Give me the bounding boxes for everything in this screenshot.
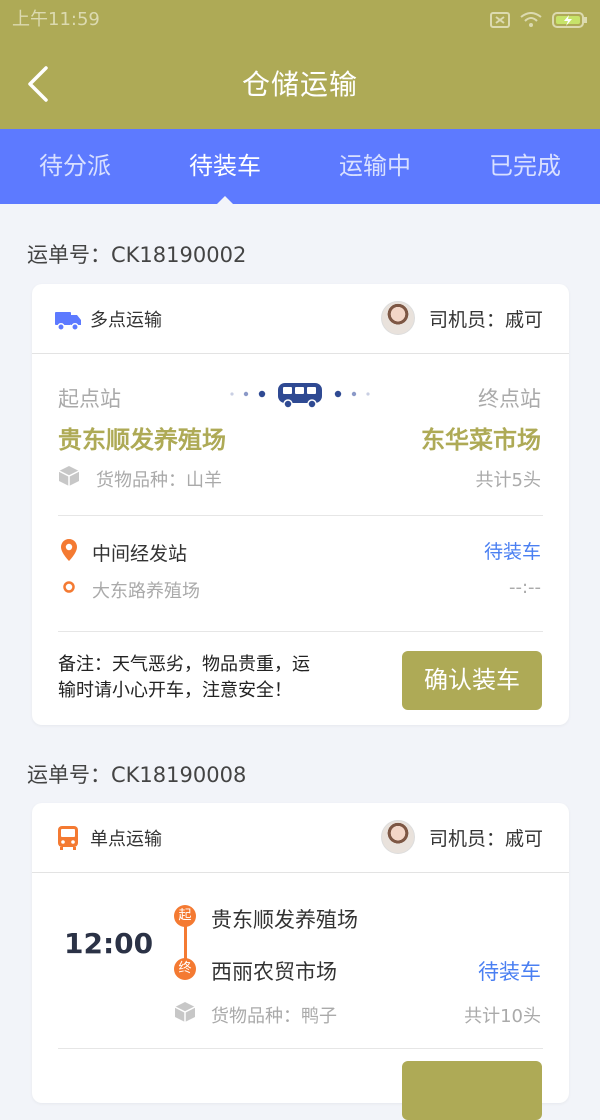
divider [58,1048,543,1049]
tab-pending-loading[interactable]: 待装车 [150,129,300,204]
driver-info: 司机员：戚可 [380,820,543,854]
goods-quantity: 共计10头 [464,1006,541,1027]
transport-type: 单点运输 [90,829,162,850]
start-badge: 起 [174,905,196,927]
note-line-1: 备注：天气恶劣，物品贵重，运 [58,654,310,675]
start-station-name: 贵东顺发养殖场 [58,426,226,454]
status-bar: 上午11:59 [0,0,600,40]
start-station-name: 贵东顺发养殖场 [211,908,358,932]
package-icon [174,1002,196,1022]
truck-icon [55,312,81,331]
goods-type: 货物品种：鸭子 [211,1006,337,1027]
end-station-name: 西丽农贸市场 [211,960,337,984]
driver-info: 司机员：戚可 [380,301,543,335]
divider [58,515,543,516]
start-station-label: 起点站 [58,387,121,411]
driver-name: 司机员：戚可 [428,827,543,850]
tab-in-transit[interactable]: 运输中 [300,129,450,204]
wifi-icon [520,12,542,27]
driver-name: 司机员：戚可 [428,308,543,331]
sim-icon [490,12,510,28]
order-card[interactable]: 多点运输 司机员：戚可 起点站 终点站 贵东顺发养殖场 东华菜市场 货物品种：山… [32,284,569,725]
midpoint-title: 中间经发站 [92,543,188,565]
page-title: 仓储运输 [241,68,358,101]
card-header: 单点运输 司机员：戚可 [32,803,569,873]
end-station-label: 终点站 [478,387,541,411]
departure-time: 12:00 [64,927,154,960]
card-header: 多点运输 司机员：戚可 [32,284,569,354]
end-badge: 终 [174,958,196,980]
driver-avatar [380,820,415,854]
confirm-loading-button[interactable] [402,1061,542,1120]
midpoint-status: 待装车 [483,541,541,563]
status-icons [490,0,588,40]
divider [58,631,543,632]
order-status: 待装车 [478,960,541,984]
tab-completed[interactable]: 已完成 [450,129,600,204]
goods-type: 货物品种：山羊 [96,470,222,491]
order-card[interactable]: 单点运输 司机员：戚可 12:00 起 终 贵东顺发养殖场 西丽农贸市场 待装车… [32,803,569,1120]
status-time: 上午11:59 [12,9,100,30]
package-icon [58,466,80,486]
transport-type: 多点运输 [90,310,162,331]
order-number: 运单号：CK18190002 [27,243,247,267]
route-van-icon [230,383,370,409]
status-tabs: 待分派 待装车 运输中 已完成 [0,129,600,204]
tab-pending-dispatch[interactable]: 待分派 [0,129,150,204]
note-line-2: 输时请小心开车，注意安全！ [58,680,292,701]
location-pin-icon [61,539,77,561]
midpoint-name: 大东路养殖场 [92,581,200,602]
goods-quantity: 共计5头 [475,470,541,491]
midpoint-time: --:-- [508,577,541,598]
midpoint-dot-icon [63,581,75,593]
driver-avatar [380,301,415,335]
bus-icon [58,826,78,850]
confirm-loading-button[interactable]: 确认装车 [402,651,542,710]
app-header: 仓储运输 [0,40,600,129]
battery-icon [552,12,587,28]
order-number: 运单号：CK18190008 [27,763,247,787]
end-station-name: 东华菜市场 [421,426,541,454]
